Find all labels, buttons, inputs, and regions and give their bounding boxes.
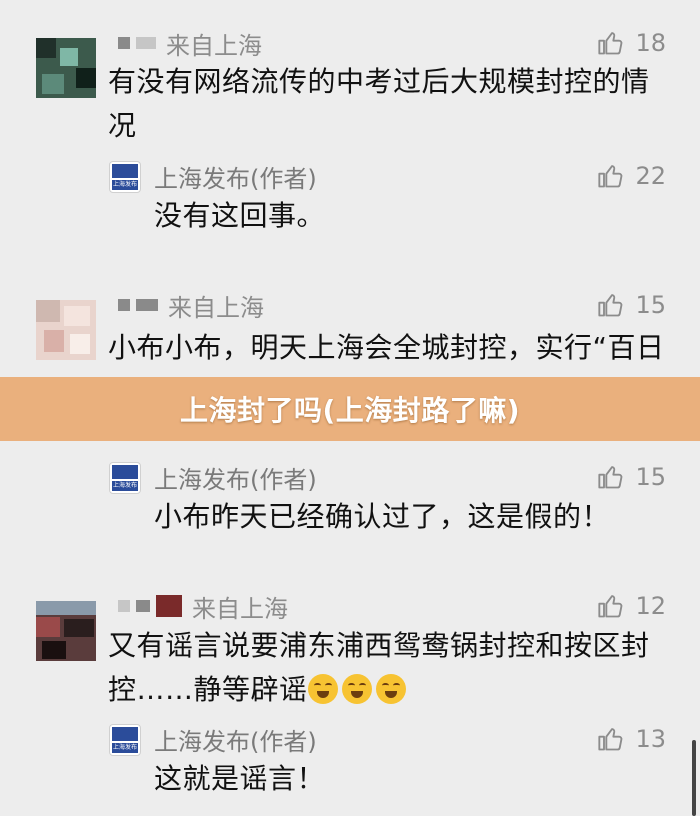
like-count: 18 <box>635 29 666 57</box>
thumbs-up-icon <box>598 165 623 188</box>
like-button[interactable]: 18 <box>597 26 666 60</box>
blurred-username <box>118 299 130 311</box>
blurred-username <box>136 299 158 311</box>
commenter-name-row: 来自上海 <box>118 589 288 623</box>
author-logo-icon[interactable]: 上海发布 <box>109 161 141 193</box>
like-count: 13 <box>635 725 666 753</box>
crying-laughing-emoji-icon <box>307 674 338 704</box>
comment-text: 又有谣言说要浦东浦西鸳鸯锅封控和按区封控……静等辟谣 <box>108 624 668 712</box>
thumbs-up-icon <box>598 294 623 317</box>
location-label: 来自上海 <box>168 293 264 322</box>
like-count: 15 <box>635 291 666 319</box>
author-logo-icon[interactable]: 上海发布 <box>109 462 141 494</box>
reply-author: 上海发布(作者) <box>154 727 317 756</box>
blurred-username <box>136 600 150 612</box>
commenter-avatar[interactable] <box>36 38 96 98</box>
location-label: 来自上海 <box>166 31 262 60</box>
like-button[interactable]: 15 <box>597 288 666 322</box>
reply-author: 上海发布(作者) <box>154 465 317 494</box>
commenter-name-row: 来自上海 <box>118 26 262 60</box>
thumbs-up-icon <box>598 728 623 751</box>
commenter-avatar[interactable] <box>36 300 96 360</box>
logo-text: 上海发布 <box>112 743 138 753</box>
commenter-name-row: 来自上海 <box>118 288 264 322</box>
like-count: 12 <box>635 592 666 620</box>
logo-text: 上海发布 <box>112 481 138 491</box>
location-label: 来自上海 <box>192 594 288 623</box>
like-count: 22 <box>635 162 666 190</box>
logo-text: 上海发布 <box>112 180 138 190</box>
reply-like-button[interactable]: 13 <box>597 722 666 756</box>
like-count: 15 <box>635 463 666 491</box>
comment-text: 有没有网络流传的中考过后大规模封控的情况 <box>108 65 650 142</box>
blurred-username <box>118 600 130 612</box>
reply-like-button[interactable]: 15 <box>597 460 666 494</box>
reply-text: 这就是谣言！ <box>154 762 326 795</box>
commenter-avatar[interactable] <box>36 601 96 661</box>
thumbs-up-icon <box>598 466 623 489</box>
reply-text: 小布昨天已经确认过了，这是假的！ <box>154 500 611 533</box>
reply-author: 上海发布(作者) <box>154 164 317 193</box>
title-banner: 上海封了吗(上海封路了嘛) <box>0 377 700 441</box>
crying-laughing-emoji-icon <box>375 674 406 704</box>
blurred-username <box>156 595 182 617</box>
thumbs-up-icon <box>598 32 623 55</box>
blurred-username <box>118 37 130 49</box>
like-button[interactable]: 12 <box>597 589 666 623</box>
reply-like-button[interactable]: 22 <box>597 159 666 193</box>
blurred-username <box>136 37 156 49</box>
thumbs-up-icon <box>598 595 623 618</box>
author-logo-icon[interactable]: 上海发布 <box>109 724 141 756</box>
scrollbar[interactable] <box>692 740 696 816</box>
reply-text: 没有这回事。 <box>154 199 326 232</box>
crying-laughing-emoji-icon <box>341 674 372 704</box>
